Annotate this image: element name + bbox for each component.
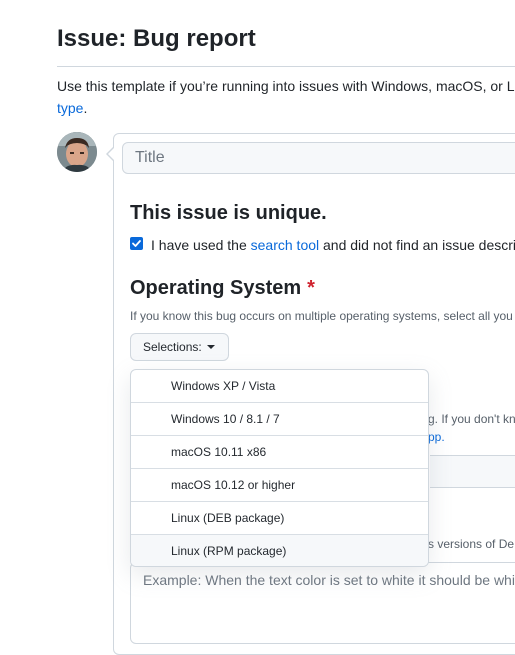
unique-heading: This issue is unique. — [130, 202, 327, 224]
textarea-placeholder: Example: When the text color is set to w… — [143, 572, 515, 588]
page-title: Issue: Bug report — [57, 25, 256, 52]
os-option[interactable]: macOS 10.12 or higher — [131, 469, 428, 502]
selections-button[interactable]: Selections: — [130, 333, 229, 361]
checkbox-label-post: and did not find an issue descri — [319, 237, 515, 253]
os-heading: Operating System * — [130, 277, 315, 300]
caret-down-icon — [207, 345, 215, 349]
required-mark: * — [307, 277, 315, 299]
intro-line: Use this template if you’re running into… — [57, 78, 515, 94]
check-icon — [132, 240, 141, 247]
background-help-text: g. If you don't kn — [428, 412, 515, 426]
os-heading-text: Operating System — [130, 277, 302, 299]
title-input[interactable] — [122, 142, 515, 174]
background-help-text-2: s versions of De — [428, 537, 515, 551]
intro-type-link[interactable]: type — [57, 100, 83, 116]
os-dropdown-menu: Windows XP / Vista Windows 10 / 8.1 / 7 … — [130, 369, 429, 567]
checkbox-label-pre: I have used the — [151, 237, 251, 253]
unique-checkbox[interactable] — [130, 237, 143, 250]
form-pointer-fill — [108, 147, 115, 161]
avatar[interactable] — [57, 132, 97, 172]
intro-text: Use this template if you’re running into… — [57, 75, 515, 119]
background-input-bar[interactable] — [430, 455, 515, 488]
os-option[interactable]: Windows XP / Vista — [131, 370, 428, 403]
selections-label: Selections: — [143, 340, 202, 354]
search-tool-link[interactable]: search tool — [251, 237, 319, 253]
os-option[interactable]: macOS 10.11 x86 — [131, 436, 428, 469]
os-help-text: If you know this bug occurs on multiple … — [130, 309, 513, 323]
title-divider — [57, 66, 515, 67]
avatar-image — [57, 132, 97, 172]
os-option[interactable]: Linux (RPM package) — [131, 535, 428, 566]
background-link[interactable]: pp. — [428, 430, 445, 444]
unique-checkbox-label: I have used the search tool and did not … — [151, 237, 515, 253]
os-option[interactable]: Windows 10 / 8.1 / 7 — [131, 403, 428, 436]
intro-tail: . — [83, 100, 88, 116]
os-option[interactable]: Linux (DEB package) — [131, 502, 428, 535]
